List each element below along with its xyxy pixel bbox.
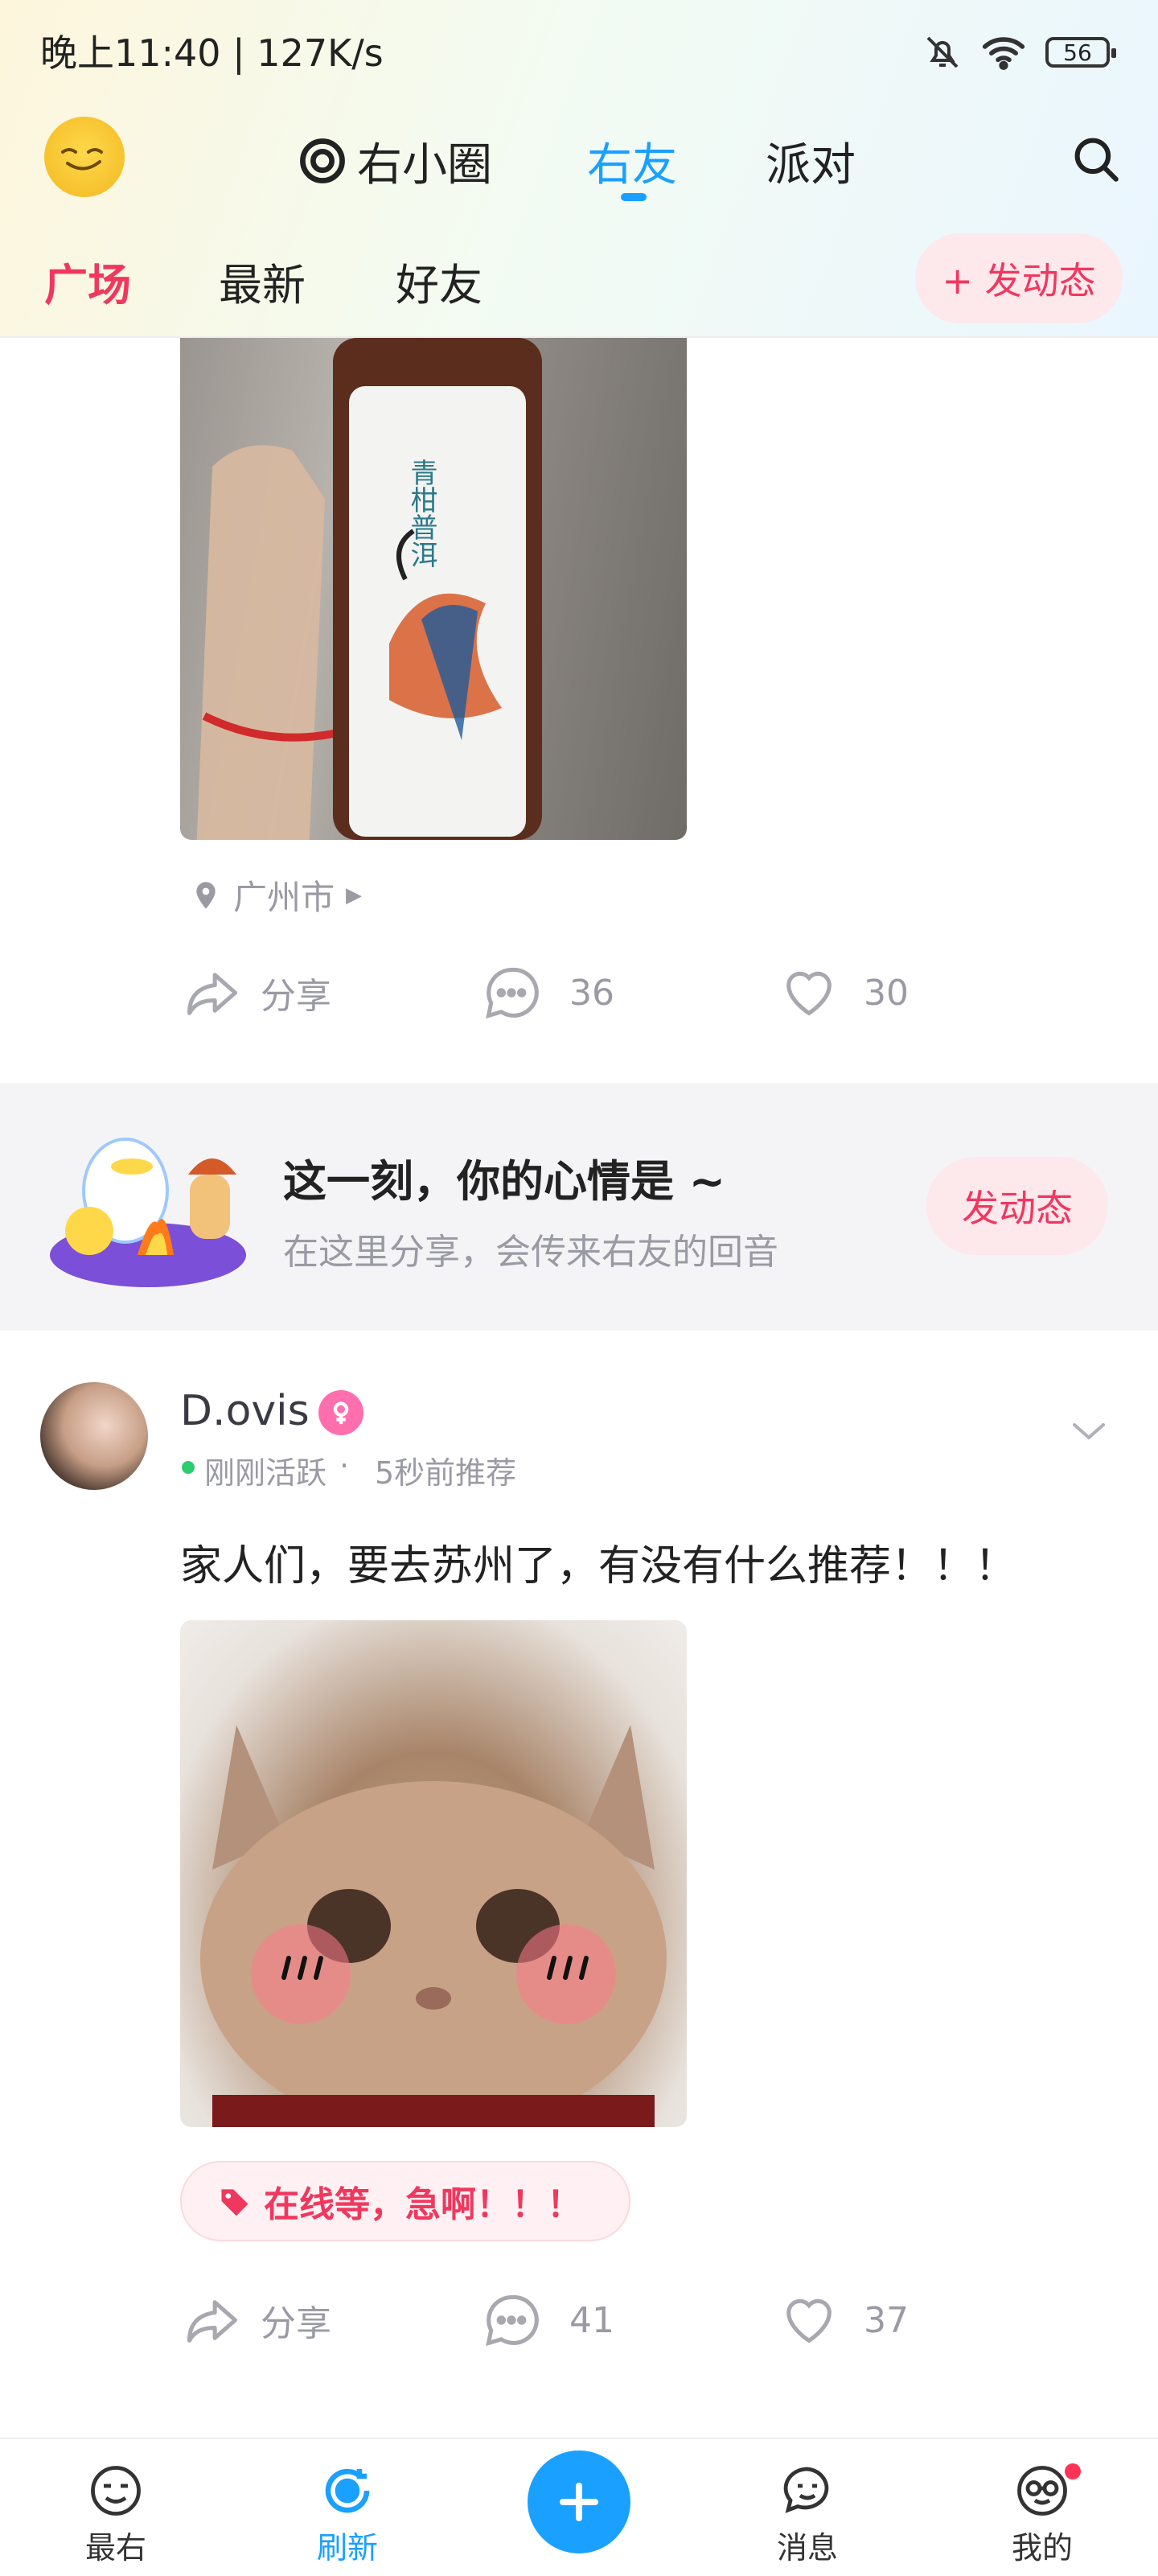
meta-separator: · <box>339 1448 350 1483</box>
my-avatar[interactable] <box>44 117 125 197</box>
notification-dot <box>1065 2463 1081 2479</box>
tab-zuiyou[interactable]: 最右 <box>35 2459 196 2567</box>
comment-count: 36 <box>569 972 614 1014</box>
post-button-label: + 发动态 <box>942 259 1096 302</box>
recommend-time: 5秒前推荐 <box>375 1455 517 1491</box>
like-count: 37 <box>864 2299 909 2341</box>
mood-title: 这一刻，你的心情是 ~ <box>283 1156 726 1207</box>
location-text: 广州市 <box>233 878 335 917</box>
female-icon <box>318 1390 363 1435</box>
tab-label: 最右 <box>84 2530 146 2566</box>
tab-label: 刷新 <box>316 2530 378 2566</box>
subtab-guangchang[interactable]: 广场 <box>44 249 131 313</box>
tab-label: 消息 <box>776 2530 838 2566</box>
tab-youyou[interactable]: 右友 <box>587 121 677 201</box>
subtab-haoyou[interactable]: 好友 <box>396 249 482 313</box>
tab-label: 右友 <box>587 138 677 191</box>
share-button[interactable]: 分享 <box>182 962 331 1023</box>
post-image-tea-bottle[interactable]: 青柑普洱 <box>180 338 687 840</box>
post-text: 家人们，要去苏州了，有没有什么推荐！！！ <box>180 1542 1017 1590</box>
mood-subtitle: 在这里分享，会传来右友的回音 <box>283 1232 778 1273</box>
status-icons: 56 <box>923 24 1116 80</box>
face-icon <box>91 2466 141 2516</box>
tab-youxiaoquan[interactable]: 右小圈 <box>298 121 492 201</box>
tab-paidui[interactable]: 派对 <box>766 121 856 201</box>
bottle-label-text: 青柑普洱 <box>405 459 437 568</box>
mood-post-button[interactable]: 发动态 <box>926 1157 1108 1255</box>
post-button[interactable]: + 发动态 <box>915 233 1123 323</box>
tag-icon <box>221 2189 248 2216</box>
share-icon <box>187 2300 238 2343</box>
plus-icon <box>560 2483 598 2521</box>
share-button[interactable]: 分享 <box>182 2290 331 2351</box>
online-dot <box>182 1461 195 1474</box>
post-image-cat[interactable] <box>180 1620 687 2127</box>
comment-count: 41 <box>569 2299 614 2341</box>
topic-tag[interactable]: 在线等，急啊！！！ <box>180 2161 630 2241</box>
tab-label: 派对 <box>766 138 856 191</box>
status-time: 晚上11:40 | 127K/s <box>40 31 384 75</box>
tab-refresh[interactable]: 刷新 <box>267 2459 428 2567</box>
like-button[interactable]: 37 <box>778 2290 909 2351</box>
tea-bottle-illustration: 青柑普洱 <box>196 338 542 840</box>
share-label: 分享 <box>261 2303 331 2344</box>
like-button[interactable]: 30 <box>778 962 909 1023</box>
smiley-face-icon <box>61 148 103 171</box>
wifi-icon <box>982 37 1025 70</box>
heart-icon <box>786 971 832 1016</box>
location-pin-icon <box>196 881 216 909</box>
share-label: 分享 <box>261 976 331 1017</box>
search-button[interactable] <box>1070 133 1123 189</box>
subtab-zuixin[interactable]: 最新 <box>219 249 306 313</box>
user-avatar[interactable] <box>40 1382 148 1490</box>
active-tab-indicator <box>621 193 647 201</box>
tab-messages[interactable]: 消息 <box>727 2459 888 2567</box>
tab-label: 右小圈 <box>357 138 492 191</box>
location-link[interactable]: 广州市 ▶ <box>190 870 362 920</box>
caret-right-icon: ▶ <box>346 883 363 907</box>
refresh-icon <box>325 2468 370 2513</box>
profile-icon <box>1017 2466 1067 2516</box>
mood-post-button-label: 发动态 <box>962 1187 1073 1230</box>
comment-icon <box>486 967 539 1019</box>
comment-button[interactable]: 36 <box>481 962 614 1023</box>
tag-label: 在线等，急啊！！！ <box>264 2184 582 2225</box>
chevron-down-icon <box>1073 1423 1105 1440</box>
battery-level: 56 <box>1063 39 1092 66</box>
campfire-illustration <box>45 1118 251 1297</box>
cat-illustration <box>200 1725 667 2127</box>
active-status: 刚刚活跃 <box>204 1455 327 1491</box>
tab-label: 我的 <box>1011 2530 1073 2566</box>
more-options-button[interactable] <box>1070 1419 1108 1446</box>
share-icon <box>187 973 238 1015</box>
comment-button[interactable]: 41 <box>481 2290 614 2351</box>
heart-icon <box>786 2298 832 2344</box>
battery-icon: 56 <box>1045 37 1116 68</box>
tab-mine[interactable]: 我的 <box>962 2459 1123 2567</box>
search-icon <box>1074 138 1119 182</box>
create-post-button[interactable] <box>528 2450 630 2553</box>
comment-icon <box>486 2294 539 2347</box>
like-count: 30 <box>864 972 909 1014</box>
message-icon <box>783 2467 829 2513</box>
username[interactable]: D.ovis <box>180 1387 310 1435</box>
mute-bell-icon <box>926 36 959 68</box>
circle-at-icon <box>300 138 345 183</box>
